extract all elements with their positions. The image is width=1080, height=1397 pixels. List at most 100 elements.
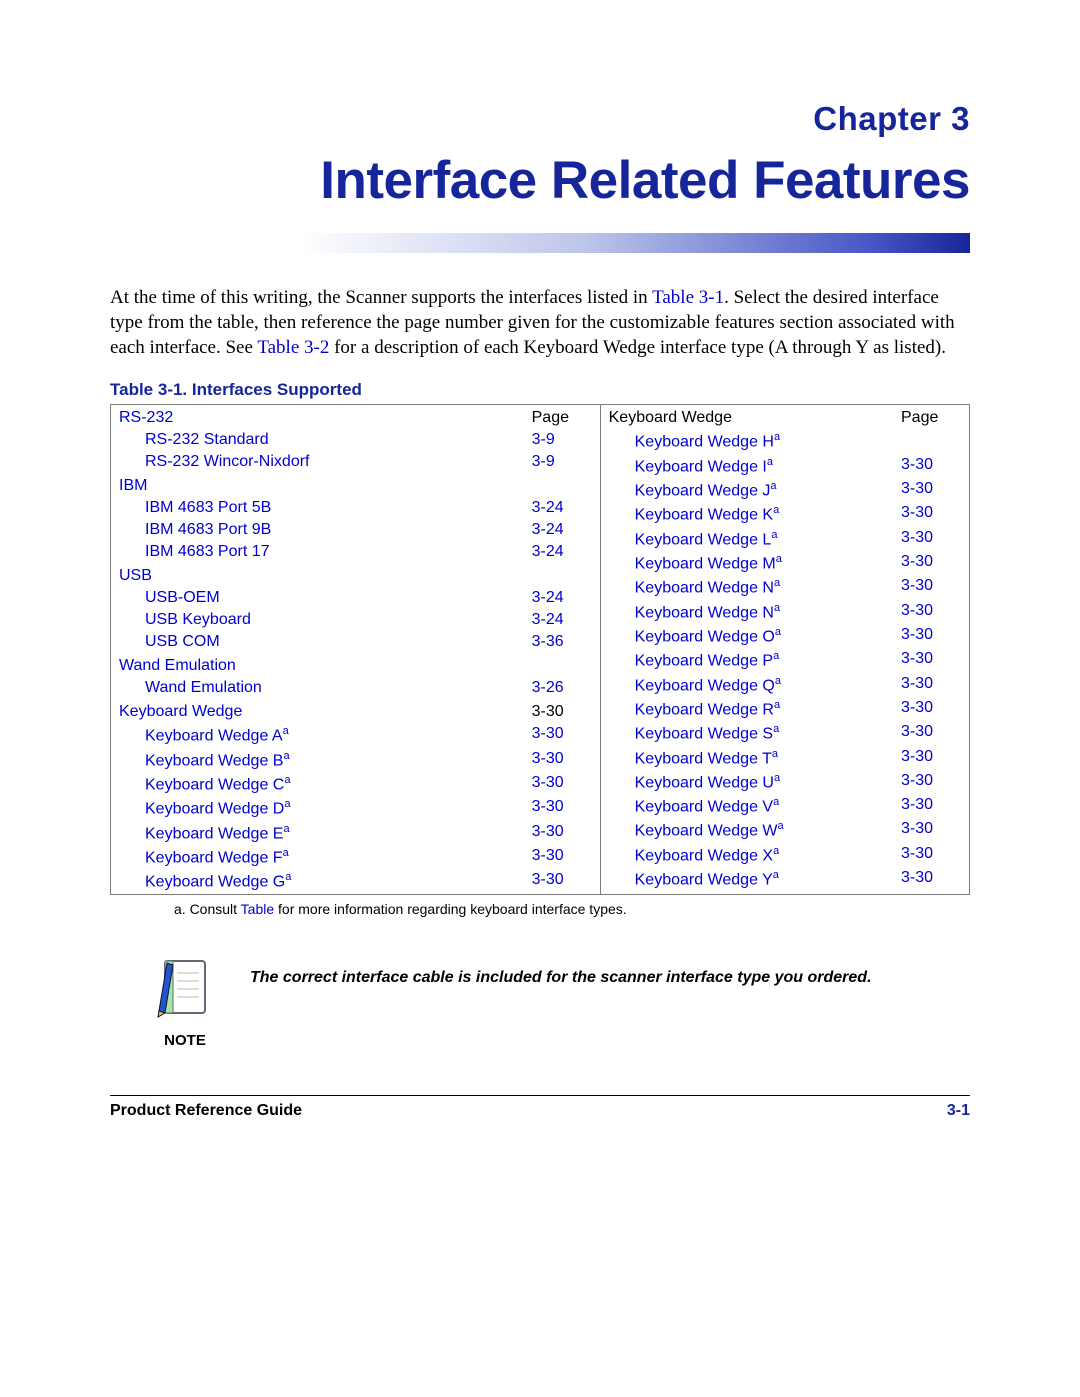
footer-left: Product Reference Guide: [110, 1102, 302, 1120]
group-name: Keyboard Wedge: [609, 409, 901, 427]
page-ref[interactable]: 3-30: [901, 480, 961, 500]
interface-link[interactable]: Keyboard Wedge E: [145, 825, 283, 842]
interface-link[interactable]: IBM 4683 Port 17: [145, 543, 270, 560]
page-ref[interactable]: 3-24: [532, 499, 592, 517]
page-ref[interactable]: 3-30: [901, 869, 961, 889]
interface-link[interactable]: Keyboard Wedge U: [635, 774, 774, 791]
interface-link[interactable]: Keyboard Wedge F: [145, 849, 283, 866]
interface-link[interactable]: Keyboard Wedge W: [635, 823, 778, 840]
interface-link[interactable]: Keyboard Wedge Q: [635, 677, 775, 694]
interface-link[interactable]: Keyboard Wedge Y: [635, 871, 773, 888]
interface-link[interactable]: Keyboard Wedge H: [635, 434, 774, 451]
interface-link[interactable]: Keyboard Wedge D: [145, 801, 284, 818]
footnote-marker: a: [773, 504, 779, 516]
page-ref[interactable]: 3-30: [532, 774, 592, 794]
footnote-marker: a: [283, 847, 289, 859]
interface-link[interactable]: Keyboard Wedge C: [145, 776, 284, 793]
footnote-marker: a: [778, 820, 784, 832]
page-ref[interactable]: 3-30: [901, 577, 961, 597]
chapter-title: Interface Related Features: [110, 150, 970, 211]
interface-link[interactable]: RS-232 Standard: [145, 431, 269, 448]
group-header: USB: [111, 563, 600, 587]
interface-link[interactable]: Keyboard Wedge N: [635, 580, 774, 597]
interface-link[interactable]: IBM 4683 Port 9B: [145, 521, 271, 538]
table-row: USB-OEM 3-24: [111, 587, 600, 609]
footnote-link[interactable]: Table: [241, 901, 274, 917]
interface-link[interactable]: Keyboard Wedge O: [635, 628, 775, 645]
interface-link[interactable]: Keyboard Wedge I: [635, 458, 767, 475]
interface-link[interactable]: Keyboard Wedge B: [145, 752, 283, 769]
interface-link[interactable]: Wand Emulation: [145, 679, 262, 696]
page-ref[interactable]: 3-9: [532, 453, 592, 471]
page-footer: Product Reference Guide 3-1: [110, 1102, 970, 1120]
page-ref[interactable]: 3-24: [532, 611, 592, 629]
page-ref[interactable]: 3-30: [901, 626, 961, 646]
page-ref[interactable]: 3-30: [901, 845, 961, 865]
table-row: Keyboard Wedge Sa3-30: [601, 721, 969, 745]
table-row: Keyboard Wedge Xa3-30: [601, 843, 969, 867]
page-column-header: [532, 477, 592, 495]
page-ref[interactable]: 3-9: [532, 431, 592, 449]
page-ref[interactable]: 3-30: [532, 798, 592, 818]
page-ref[interactable]: 3-30: [532, 871, 592, 891]
page-ref[interactable]: 3-24: [532, 589, 592, 607]
interface-link[interactable]: Keyboard Wedge N: [635, 604, 774, 621]
page-ref[interactable]: 3-30: [901, 723, 961, 743]
interface-link[interactable]: Keyboard Wedge T: [635, 750, 772, 767]
footnote-marker: a: [772, 748, 778, 760]
xref-table-3-2[interactable]: Table 3-2: [257, 337, 329, 358]
interface-link[interactable]: USB Keyboard: [145, 611, 251, 628]
group-header: Keyboard WedgePage: [601, 405, 969, 429]
interface-link[interactable]: Keyboard Wedge A: [145, 728, 283, 745]
footnote-marker: a: [775, 626, 781, 638]
page-ref[interactable]: 3-30: [901, 796, 961, 816]
interface-link[interactable]: Keyboard Wedge P: [635, 653, 773, 670]
page-ref[interactable]: 3-30: [901, 456, 961, 476]
group-header: RS-232Page: [111, 405, 600, 429]
page-ref[interactable]: 3-26: [532, 679, 592, 697]
footnote-marker: a: [774, 699, 780, 711]
page-ref[interactable]: 3-24: [532, 543, 592, 561]
interface-link[interactable]: Keyboard Wedge M: [635, 555, 776, 572]
page-ref[interactable]: 3-30: [901, 820, 961, 840]
page-ref[interactable]: 3-24: [532, 521, 592, 539]
page-ref[interactable]: 3-30: [532, 823, 592, 843]
note-text: The correct interface cable is included …: [250, 953, 872, 987]
interface-link[interactable]: Keyboard Wedge X: [635, 847, 773, 864]
interface-link[interactable]: Keyboard Wedge G: [145, 874, 285, 891]
page-ref[interactable]: 3-30: [532, 847, 592, 867]
interface-link[interactable]: RS-232 Wincor-Nixdorf: [145, 453, 309, 470]
page-ref[interactable]: 3-30: [901, 748, 961, 768]
page-ref[interactable]: 3-30: [901, 529, 961, 549]
page-ref[interactable]: 3-30: [901, 699, 961, 719]
page-ref[interactable]: [901, 431, 961, 451]
group-name: Wand Emulation: [119, 657, 532, 675]
page-ref[interactable]: 3-30: [901, 772, 961, 792]
page-ref[interactable]: 3-36: [532, 633, 592, 651]
table-row: IBM 4683 Port 9B 3-24: [111, 519, 600, 541]
page-ref[interactable]: 3-30: [901, 504, 961, 524]
interface-link[interactable]: USB-OEM: [145, 589, 220, 606]
notepad-icon: [155, 953, 215, 1023]
interface-link[interactable]: Keyboard Wedge K: [635, 507, 773, 524]
table-row: Keyboard Wedge Ca3-30: [111, 772, 600, 796]
page-ref[interactable]: 3-30: [901, 602, 961, 622]
table-row: Keyboard Wedge Na3-30: [601, 575, 969, 599]
xref-table-3-1[interactable]: Table 3-1: [652, 287, 724, 308]
page-ref[interactable]: 3-30: [901, 675, 961, 695]
interface-link[interactable]: USB COM: [145, 633, 220, 650]
interfaces-table: Table 3-1. Interfaces Supported RS-232Pa…: [110, 380, 970, 916]
page-ref[interactable]: 3-30: [532, 725, 592, 745]
group-name: IBM: [119, 477, 532, 495]
interface-link[interactable]: Keyboard Wedge V: [635, 798, 773, 815]
interface-link[interactable]: Keyboard Wedge R: [635, 701, 774, 718]
interface-link[interactable]: Keyboard Wedge L: [635, 531, 772, 548]
page-ref[interactable]: 3-30: [901, 650, 961, 670]
interface-link[interactable]: IBM 4683 Port 5B: [145, 499, 271, 516]
group-header: Wand Emulation: [111, 653, 600, 677]
table-row: Keyboard Wedge Ia3-30: [601, 454, 969, 478]
page-ref[interactable]: 3-30: [901, 553, 961, 573]
interface-link[interactable]: Keyboard Wedge J: [635, 482, 771, 499]
page-ref[interactable]: 3-30: [532, 750, 592, 770]
interface-link[interactable]: Keyboard Wedge S: [635, 726, 773, 743]
